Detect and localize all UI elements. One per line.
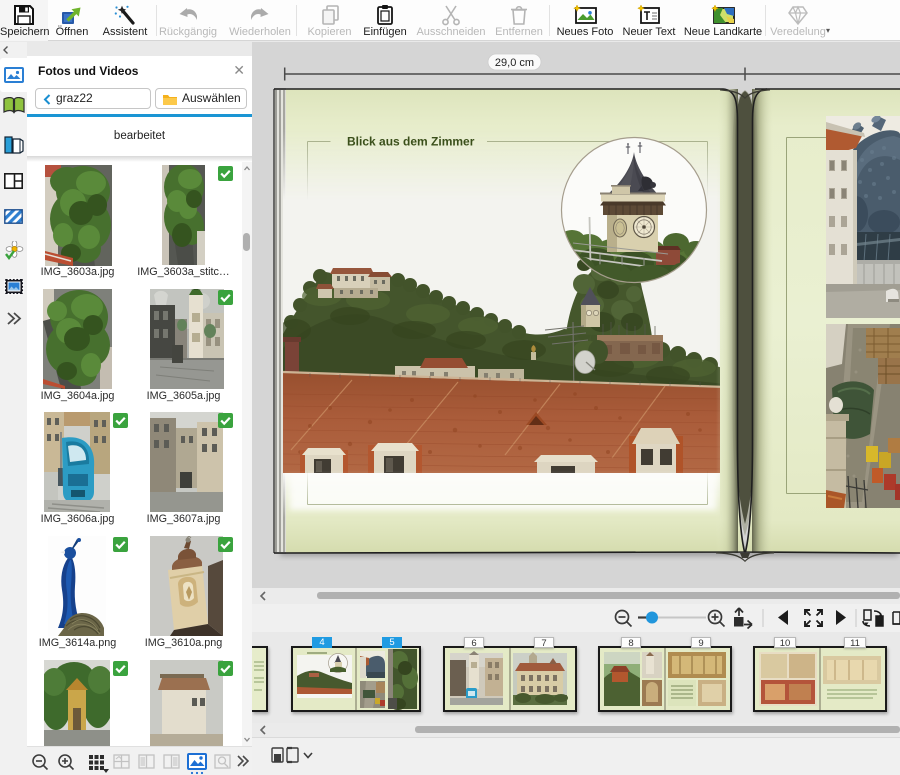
svg-text:Blick aus dem Zimmer: Blick aus dem Zimmer [347, 135, 475, 149]
svg-text:29,0 cm: 29,0 cm [495, 57, 534, 69]
